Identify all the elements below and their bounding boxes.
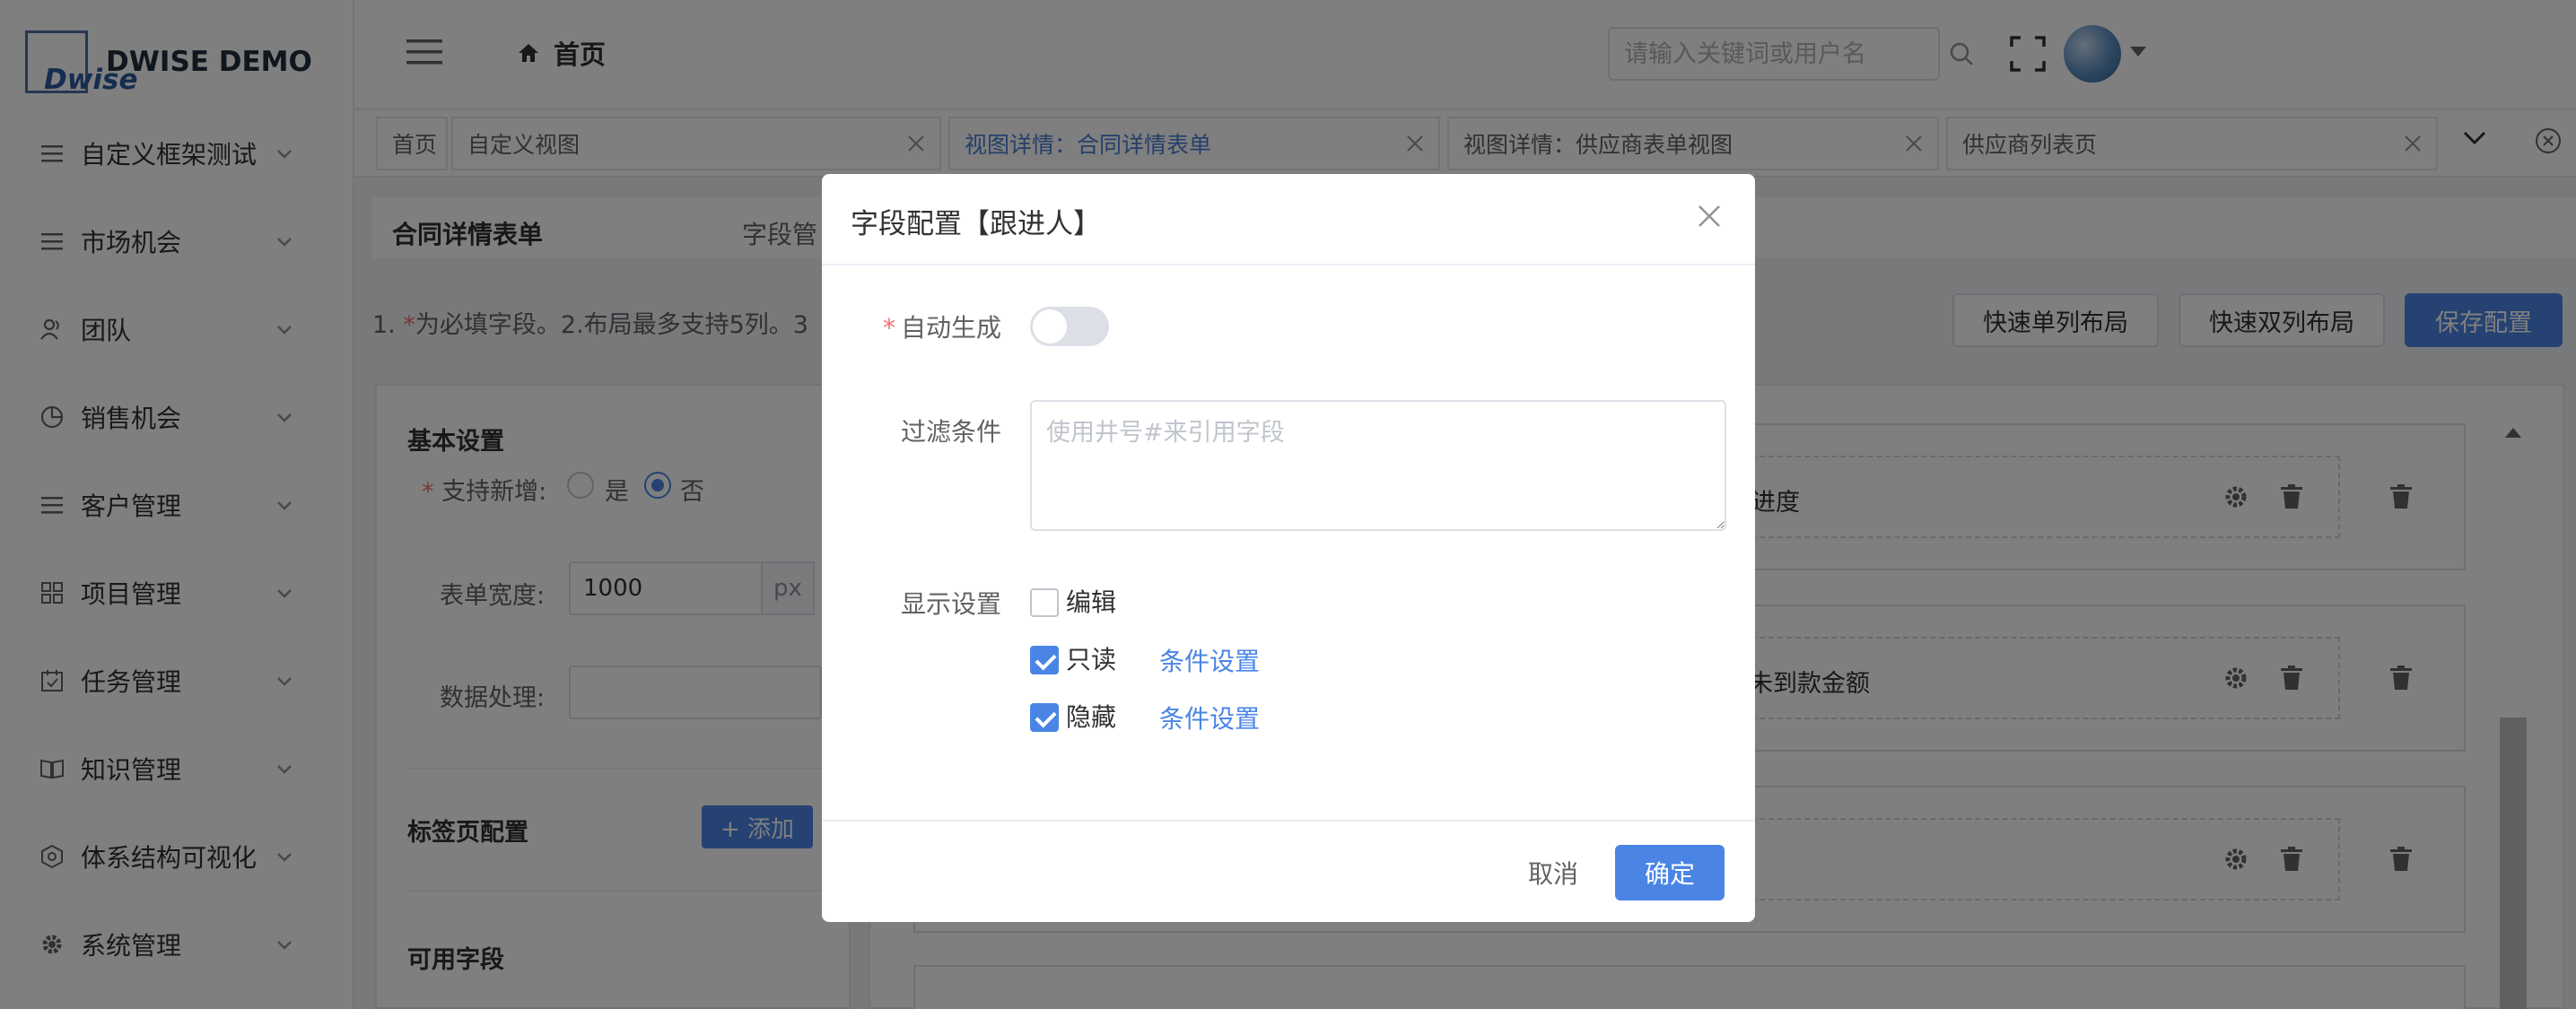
readonly-label: 只读 bbox=[1066, 645, 1117, 674]
close-icon[interactable] bbox=[1696, 203, 1723, 230]
hidden-condition-link[interactable]: 条件设置 bbox=[1159, 700, 1260, 735]
dialog-header-divider bbox=[822, 264, 1755, 265]
auto-generate-label: * 自动生成 bbox=[822, 309, 1001, 344]
field-config-dialog: 字段配置【跟进人】 *自动生成 过滤条件 显示设置 编辑 只读 条件设置 隐藏 … bbox=[822, 174, 1755, 922]
readonly-checkbox[interactable] bbox=[1030, 646, 1059, 674]
hidden-checkbox[interactable] bbox=[1030, 703, 1059, 732]
display-settings-label: 显示设置 bbox=[900, 589, 1001, 619]
filter-label: 过滤条件 bbox=[900, 417, 1001, 447]
dialog-footer-divider bbox=[822, 820, 1755, 822]
required-star: * bbox=[882, 313, 895, 343]
dialog-title: 字段配置【跟进人】 bbox=[851, 208, 1101, 240]
auto-generate-text: 自动生成 bbox=[900, 313, 1001, 343]
edit-label: 编辑 bbox=[1066, 587, 1117, 617]
filter-textarea[interactable] bbox=[1030, 400, 1726, 531]
edit-checkbox[interactable] bbox=[1030, 588, 1059, 617]
readonly-condition-link[interactable]: 条件设置 bbox=[1159, 642, 1260, 678]
confirm-button[interactable]: 确定 bbox=[1615, 845, 1725, 900]
cancel-button[interactable]: 取消 bbox=[1500, 845, 1606, 900]
hidden-label: 隐藏 bbox=[1066, 702, 1117, 732]
auto-generate-switch[interactable] bbox=[1030, 307, 1109, 346]
